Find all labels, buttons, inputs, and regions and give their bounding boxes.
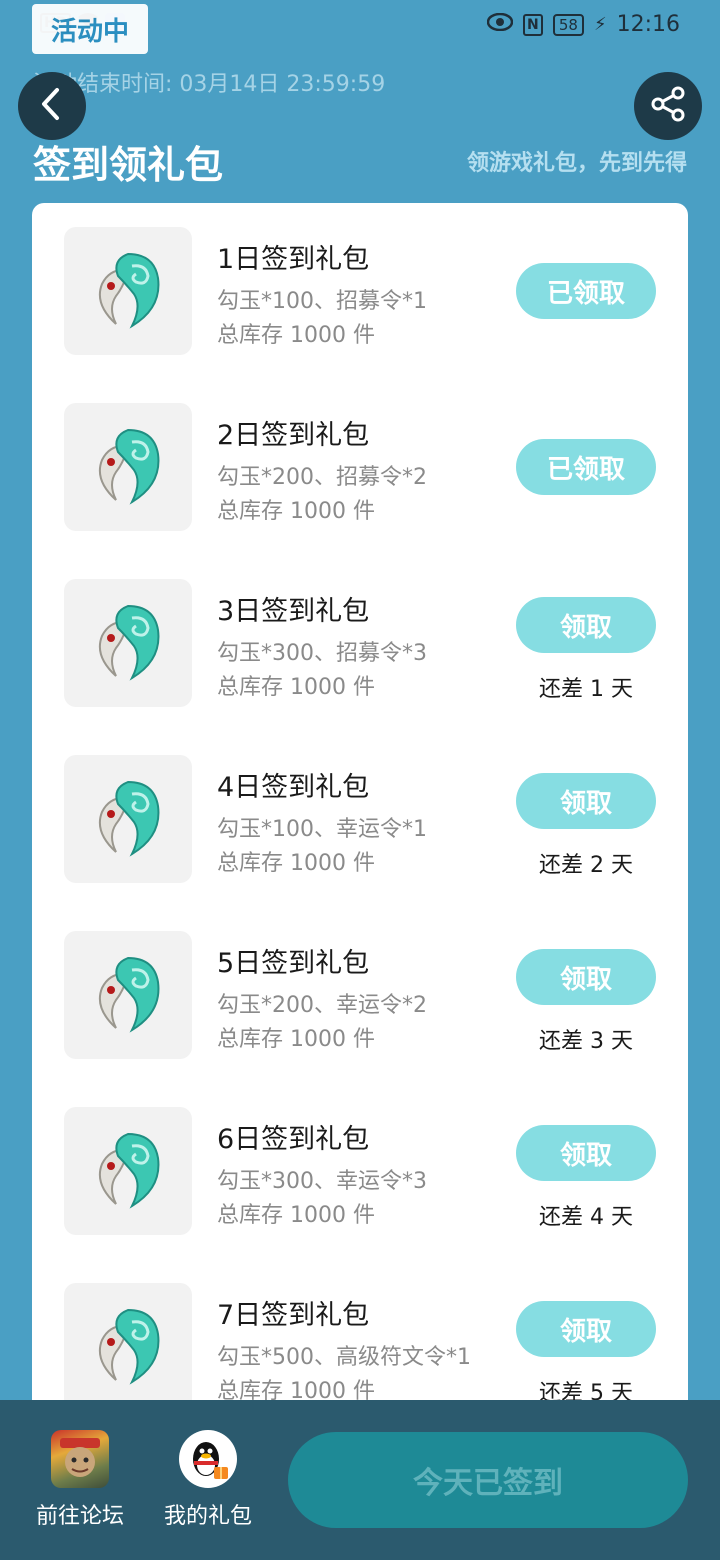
- gift-item: 1日签到礼包 勾玉*100、招募令*1 总库存 1000 件 已领取: [32, 203, 688, 379]
- gift-name: 7日签到礼包: [217, 1300, 370, 1331]
- battery-indicator: 58: [552, 13, 584, 36]
- clock: 12:16: [616, 12, 680, 37]
- days-remaining: 还差 2 天: [539, 853, 633, 878]
- magatama-icon: [64, 755, 192, 883]
- gift-content: 勾玉*200、幸运令*2: [217, 993, 427, 1018]
- gift-content: 勾玉*300、招募令*3: [217, 641, 427, 666]
- days-remaining: 还差 1 天: [539, 677, 633, 702]
- gift-content: 勾玉*200、招募令*2: [217, 465, 427, 490]
- nfc-icon: N: [522, 13, 543, 36]
- activity-status-badge: 活动中: [32, 4, 148, 54]
- gift-item: 3日签到礼包 勾玉*300、招募令*3 总库存 1000 件 领取 还差 1 天: [32, 555, 688, 731]
- magatama-icon: [64, 1283, 192, 1411]
- gift-stock: 总库存 1000 件: [217, 1027, 375, 1052]
- charging-icon: ⚡: [593, 14, 607, 35]
- gift-item: 4日签到礼包 勾玉*100、幸运令*1 总库存 1000 件 领取 还差 2 天: [32, 731, 688, 907]
- gift-content: 勾玉*500、高级符文令*1: [217, 1345, 471, 1370]
- magatama-icon: [64, 403, 192, 531]
- claimed-button[interactable]: 已领取: [516, 263, 656, 319]
- my-gifts-label: 我的礼包: [163, 1504, 252, 1529]
- status-right: N 58 ⚡ 12:16: [486, 12, 680, 37]
- share-icon: [649, 85, 687, 127]
- signed-in-today-button[interactable]: 今天已签到: [288, 1432, 688, 1528]
- gift-name: 6日签到礼包: [217, 1124, 370, 1155]
- bottom-bar: 前往论坛 我的礼包 今天已签到: [0, 1400, 720, 1560]
- qq-penguin-icon: [179, 1430, 237, 1488]
- gift-content: 勾玉*100、幸运令*1: [217, 817, 427, 842]
- gift-item: 2日签到礼包 勾玉*200、招募令*2 总库存 1000 件 已领取: [32, 379, 688, 555]
- page-title: 签到领礼包: [33, 143, 224, 187]
- gift-stock: 总库存 1000 件: [217, 675, 375, 700]
- claim-button[interactable]: 领取: [516, 1301, 656, 1357]
- claim-button[interactable]: 领取: [516, 949, 656, 1005]
- gift-stock: 总库存 1000 件: [217, 851, 375, 876]
- gift-content: 勾玉*300、幸运令*3: [217, 1169, 427, 1194]
- page-subtitle: 领游戏礼包，先到先得: [466, 151, 687, 176]
- days-remaining: 还差 3 天: [539, 1029, 633, 1054]
- gift-name: 2日签到礼包: [217, 420, 370, 451]
- my-gifts-link[interactable]: 我的礼包: [160, 1430, 256, 1530]
- game-avatar-icon: [51, 1430, 109, 1488]
- forum-label: 前往论坛: [35, 1504, 124, 1529]
- activity-end-time: 活动结束时间: 03月14日 23:59:59: [33, 72, 386, 97]
- magatama-icon: [64, 1107, 192, 1235]
- claim-button[interactable]: 领取: [516, 773, 656, 829]
- magatama-icon: [64, 579, 192, 707]
- gift-name: 4日签到礼包: [217, 772, 370, 803]
- gift-name: 3日签到礼包: [217, 596, 370, 627]
- share-button[interactable]: [634, 72, 702, 140]
- gift-item: 5日签到礼包 勾玉*200、幸运令*2 总库存 1000 件 领取 还差 3 天: [32, 907, 688, 1083]
- claim-button[interactable]: 领取: [516, 1125, 656, 1181]
- gift-item: 6日签到礼包 勾玉*300、幸运令*3 总库存 1000 件 领取 还差 4 天: [32, 1083, 688, 1259]
- eye-icon: [486, 12, 514, 37]
- back-button[interactable]: [18, 72, 86, 140]
- days-remaining: 还差 4 天: [539, 1205, 633, 1230]
- gift-content: 勾玉*100、招募令*1: [217, 289, 427, 314]
- gift-name: 5日签到礼包: [217, 948, 370, 979]
- gift-stock: 总库存 1000 件: [217, 1203, 375, 1228]
- gift-stock: 总库存 1000 件: [217, 499, 375, 524]
- gift-list[interactable]: 1日签到礼包 勾玉*100、招募令*1 总库存 1000 件 已领取 2日签到礼…: [32, 203, 688, 1443]
- gift-name: 1日签到礼包: [217, 244, 370, 275]
- chevron-left-icon: [37, 87, 67, 125]
- magatama-icon: [64, 931, 192, 1059]
- claim-button[interactable]: 领取: [516, 597, 656, 653]
- claimed-button[interactable]: 已领取: [516, 439, 656, 495]
- magatama-icon: [64, 227, 192, 355]
- gift-stock: 总库存 1000 件: [217, 323, 375, 348]
- forum-link[interactable]: 前往论坛: [32, 1430, 128, 1530]
